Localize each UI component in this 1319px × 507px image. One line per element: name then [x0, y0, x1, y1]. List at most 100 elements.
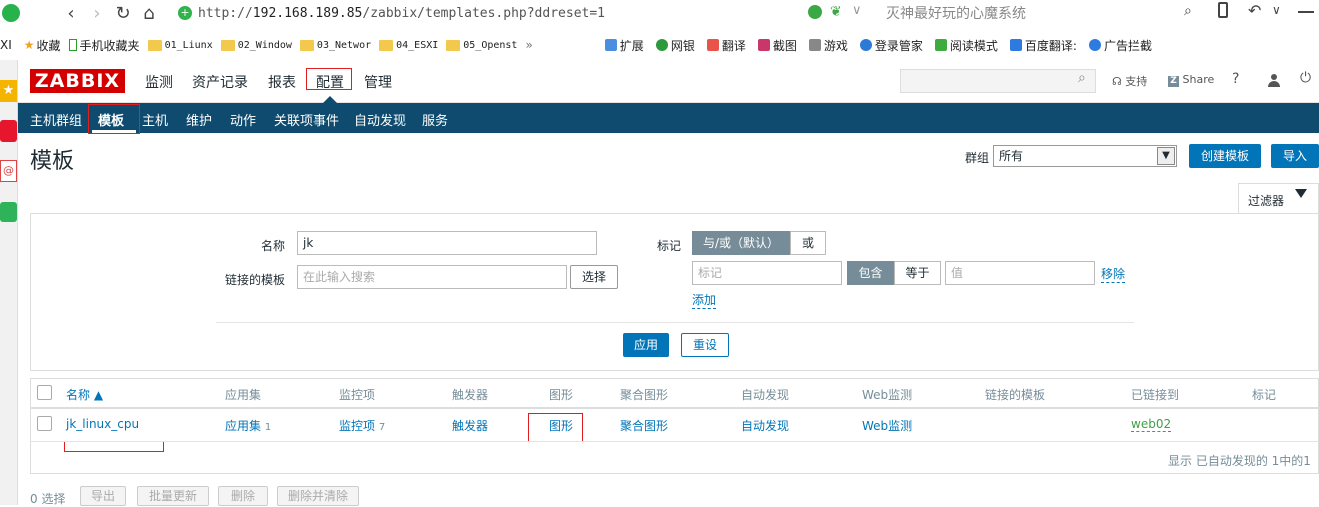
applications-link[interactable]: 应用集 1	[225, 417, 271, 434]
bookmark-favorites[interactable]: ★ 收藏	[24, 37, 61, 54]
tool-extensions[interactable]: 扩展	[604, 37, 644, 54]
screens-link[interactable]: 聚合图形	[620, 417, 668, 434]
bookmark-folder-5[interactable]: 05_Openst	[446, 39, 517, 51]
tab-maintenance[interactable]: 维护	[186, 110, 212, 129]
tool-games[interactable]: 游戏	[808, 37, 848, 54]
browser-search-hint[interactable]: 灭神最好玩的心魔系统	[886, 3, 1026, 23]
tool-adblock[interactable]: 广告拦截	[1088, 37, 1152, 54]
import-button[interactable]: 导入	[1271, 144, 1319, 168]
tool-screenshot[interactable]: 截图	[757, 37, 797, 54]
menu-inventory[interactable]: 资产记录	[192, 72, 248, 92]
help-icon[interactable]: ?	[1232, 71, 1239, 87]
table-header-border	[31, 407, 1319, 409]
undo-icon[interactable]: ↶	[1248, 1, 1261, 20]
weibo-icon[interactable]	[0, 120, 17, 142]
bookmark-folder-4[interactable]: 04_ESXI	[379, 39, 438, 51]
global-search-input[interactable]	[900, 69, 1096, 93]
menu-reports[interactable]: 报表	[268, 72, 296, 92]
remove-link[interactable]: 移除	[1101, 265, 1126, 283]
leaf-icon[interactable]: ❦	[830, 4, 842, 20]
tab-discovery[interactable]: 自动发现	[354, 110, 406, 129]
highlight-box	[64, 441, 164, 452]
cut-label: XI	[0, 38, 12, 52]
tool-translate[interactable]: 翻译	[706, 37, 746, 54]
phone-icon[interactable]	[1218, 2, 1228, 18]
tool-reader[interactable]: 阅读模式	[934, 37, 998, 54]
home-icon[interactable]: ⌂	[136, 1, 162, 25]
apply-button[interactable]: 应用	[623, 333, 669, 357]
address-row: ‹ › ↻ ⌂ + http://192.168.189.85/zabbix/t…	[0, 0, 1319, 26]
linked-templates-input[interactable]: 在此输入搜索	[297, 265, 567, 289]
tag-name-input[interactable]: 标记	[692, 261, 842, 285]
filter-tab[interactable]: 过滤器	[1238, 183, 1319, 214]
group-label: 群组	[965, 151, 990, 165]
equals-toggle[interactable]: 等于	[894, 261, 941, 285]
col-name[interactable]: 名称 ▲	[66, 386, 103, 403]
tab-host-groups[interactable]: 主机群组	[30, 110, 82, 129]
bookmark-folder-3[interactable]: 03_Networ	[299, 39, 371, 51]
search-icon[interactable]: ⌕	[1184, 3, 1192, 19]
delete-button[interactable]: 删除	[218, 486, 268, 506]
items-link[interactable]: 监控项 7	[339, 417, 385, 434]
contains-toggle[interactable]: 包含	[847, 261, 894, 285]
minimize-icon[interactable]	[1298, 11, 1314, 13]
or-toggle[interactable]: 或	[790, 231, 826, 255]
bookmark-more[interactable]: »	[525, 38, 532, 52]
tab-hosts[interactable]: 主机	[142, 110, 168, 129]
bookmark-folder-1[interactable]: 01_Liunx	[147, 39, 213, 51]
mail-icon[interactable]: @	[0, 160, 17, 182]
power-icon[interactable]: ⏻	[1300, 70, 1311, 86]
tab-correlation[interactable]: 关联项事件	[274, 110, 339, 129]
and-or-toggle[interactable]: 与/或（默认）	[692, 231, 790, 255]
tag-value-input[interactable]: 值	[945, 261, 1095, 285]
forward-icon[interactable]: ›	[84, 1, 110, 25]
back-icon[interactable]: ‹	[58, 1, 84, 25]
create-template-button[interactable]: 创建模板	[1189, 144, 1261, 168]
shield-icon[interactable]	[808, 5, 822, 19]
tab-services[interactable]: 服务	[422, 110, 448, 129]
triggers-link[interactable]: 触发器	[452, 417, 488, 434]
tab-actions[interactable]: 动作	[230, 110, 256, 129]
url-bar[interactable]: http://192.168.189.85/zabbix/templates.p…	[198, 6, 605, 21]
chevron-down-icon[interactable]: ∨	[1272, 3, 1281, 17]
gamepad-icon	[808, 39, 821, 51]
web-link[interactable]: Web监测	[862, 417, 912, 434]
select-all-checkbox[interactable]	[37, 385, 52, 400]
bookmark-folder-2[interactable]: 02_Window	[220, 39, 292, 51]
menu-monitoring[interactable]: 监测	[145, 72, 173, 92]
tool-bank[interactable]: 网银	[655, 37, 695, 54]
share-link[interactable]: Z Share	[1168, 73, 1214, 87]
app-icon[interactable]	[0, 202, 17, 222]
selected-count: 0 选择	[30, 492, 66, 506]
scissors-icon	[757, 39, 770, 51]
delete-and-clear-button[interactable]: 删除并清除	[277, 486, 359, 506]
user-icon[interactable]	[1268, 74, 1280, 87]
tool-baidu-translate[interactable]: 百度翻译:	[1009, 37, 1077, 54]
add-link[interactable]: 添加	[692, 291, 717, 309]
dropdown-icon[interactable]: ∨	[852, 3, 862, 18]
menu-administration[interactable]: 管理	[364, 72, 392, 92]
export-button[interactable]: 导出	[80, 486, 126, 506]
filter-icon	[1295, 189, 1307, 198]
col-linked-to: 已链接到	[1131, 388, 1180, 402]
bookmark-mobile[interactable]: 手机收藏夹	[68, 37, 140, 54]
search-icon[interactable]: ⌕	[1078, 70, 1086, 86]
name-input[interactable]: jk	[297, 231, 597, 255]
row-checkbox[interactable]	[37, 416, 52, 431]
tool-login[interactable]: 登录管家	[859, 37, 923, 54]
zabbix-logo[interactable]: ZABBIX	[30, 69, 125, 93]
favorites-star-icon[interactable]: ★	[0, 80, 17, 102]
template-name-link[interactable]: jk_linux_cpu	[66, 417, 139, 431]
reload-icon[interactable]: ↻	[110, 1, 136, 25]
page-title: 模板	[30, 149, 75, 174]
active-underline	[92, 130, 136, 133]
support-link[interactable]: ☊ 支持	[1112, 73, 1147, 89]
select-button[interactable]: 选择	[570, 265, 618, 289]
reset-button[interactable]: 重设	[681, 333, 729, 357]
linked-host-link[interactable]: web02	[1131, 417, 1172, 432]
mass-update-button[interactable]: 批量更新	[137, 486, 209, 506]
group-select[interactable]: 所有 ▼	[993, 145, 1177, 167]
discovery-link[interactable]: 自动发现	[741, 417, 789, 434]
mobile-icon	[68, 39, 77, 51]
highlight-box	[528, 413, 583, 442]
